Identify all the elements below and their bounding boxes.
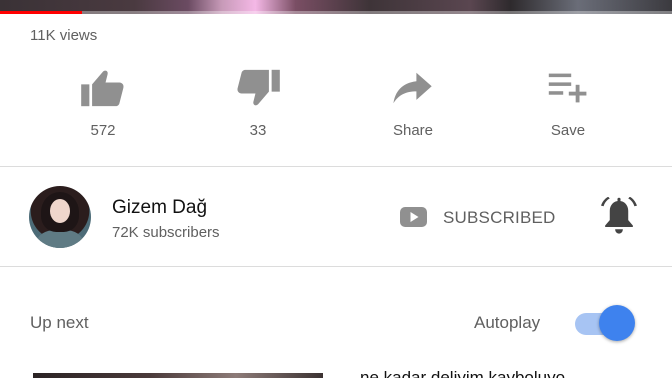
divider bbox=[0, 166, 672, 167]
channel-name[interactable]: Gizem Dağ bbox=[112, 197, 207, 219]
save-button[interactable]: Save bbox=[523, 66, 613, 146]
thumbs-up-icon bbox=[80, 66, 126, 110]
next-video-title[interactable]: ne kadar deliyim kayboluyo bbox=[360, 369, 660, 378]
share-button[interactable]: Share bbox=[368, 66, 458, 146]
up-next-heading: Up next bbox=[30, 313, 89, 332]
like-button[interactable]: 572 bbox=[58, 66, 148, 146]
autoplay-label: Autoplay bbox=[474, 313, 541, 332]
thumbs-down-icon bbox=[235, 66, 281, 110]
avatar-body bbox=[37, 230, 83, 248]
autoplay-toggle[interactable] bbox=[575, 304, 637, 342]
action-bar: 572 33 Share Save bbox=[0, 66, 672, 146]
share-icon bbox=[390, 66, 436, 110]
share-label: Share bbox=[392, 122, 434, 139]
like-count: 572 bbox=[90, 122, 116, 139]
avatar-face bbox=[50, 199, 70, 223]
subscribed-button[interactable]: SUBSCRIBED bbox=[443, 208, 556, 228]
toggle-knob bbox=[599, 305, 635, 341]
channel-avatar[interactable] bbox=[29, 186, 91, 248]
notification-bell-icon[interactable] bbox=[600, 196, 638, 237]
youtube-play-icon bbox=[400, 207, 427, 227]
dislike-button[interactable]: 33 bbox=[213, 66, 303, 146]
progress-remaining[interactable] bbox=[82, 11, 672, 14]
divider bbox=[0, 266, 672, 267]
next-video-thumbnail[interactable] bbox=[33, 373, 323, 378]
progress-played[interactable] bbox=[0, 11, 82, 14]
playlist-add-icon bbox=[545, 66, 591, 110]
view-count: 11K views bbox=[30, 27, 98, 44]
subscriber-count: 72K subscribers bbox=[112, 224, 220, 241]
dislike-count: 33 bbox=[249, 122, 267, 139]
save-label: Save bbox=[550, 122, 586, 139]
